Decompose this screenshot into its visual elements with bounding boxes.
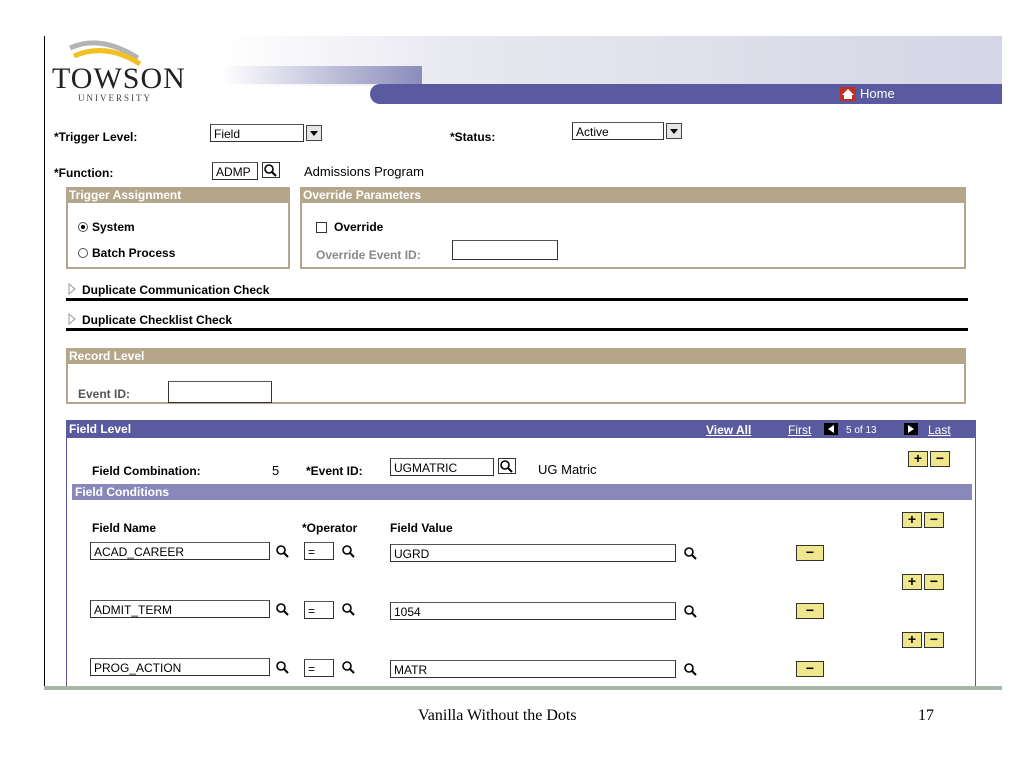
brand-subtitle: UNIVERSITY (78, 93, 152, 103)
field-value-input[interactable]: 1054 (390, 602, 676, 620)
event-id-input[interactable]: UGMATRIC (390, 458, 494, 476)
operator-input[interactable]: = (304, 542, 334, 560)
function-lookup-icon[interactable] (262, 162, 280, 178)
divider (66, 298, 968, 301)
header-swoosh (222, 66, 422, 84)
status-select[interactable]: Active (572, 122, 664, 140)
expand-arrow-icon[interactable] (68, 313, 76, 325)
col-field-value: Field Value (390, 521, 453, 535)
record-event-id-input[interactable] (168, 381, 272, 403)
field-combination-label: Field Combination: (92, 464, 201, 478)
add-combination-button[interactable]: + (908, 451, 928, 467)
record-level-header: Record Level (66, 348, 966, 364)
remove-condition-button[interactable]: − (924, 512, 944, 528)
add-row-button[interactable]: + (902, 574, 922, 590)
col-operator: *Operator (302, 521, 358, 535)
override-event-id-input[interactable] (452, 240, 558, 260)
field-value-lookup-icon[interactable] (682, 603, 700, 619)
view-all-link[interactable]: View All (706, 423, 751, 437)
remove-combination-button[interactable]: − (930, 451, 950, 467)
field-name-input[interactable]: PROG_ACTION (90, 658, 270, 676)
add-row-button[interactable]: + (902, 632, 922, 648)
header-bar (370, 84, 1002, 104)
function-input[interactable]: ADMP (212, 162, 258, 180)
trigger-assignment-header: Trigger Assignment (66, 187, 290, 203)
home-icon (840, 87, 856, 101)
trigger-level-label: *Trigger Level: (54, 130, 138, 144)
operator-input[interactable]: = (304, 659, 334, 677)
field-value-lookup-icon[interactable] (682, 661, 700, 677)
field-name-input[interactable]: ACAD_CAREER (90, 542, 270, 560)
field-name-input[interactable]: ADMIT_TERM (90, 600, 270, 618)
event-id-lookup-icon[interactable] (498, 458, 516, 474)
field-value-input[interactable]: MATR (390, 660, 676, 678)
duplicate-communication-check[interactable]: Duplicate Communication Check (82, 283, 269, 297)
remove-row-button[interactable]: − (796, 603, 824, 619)
field-name-lookup-icon[interactable] (274, 543, 292, 559)
brand-name: TOWSON (52, 62, 186, 95)
trigger-level-select[interactable]: Field (210, 124, 304, 142)
footer-title: Vanilla Without the Dots (418, 707, 577, 724)
field-level-header (66, 420, 976, 438)
record-event-id-label: Event ID: (78, 387, 131, 401)
last-link[interactable]: Last (928, 423, 951, 437)
remove-row-button[interactable]: − (924, 574, 944, 590)
home-label: Home (860, 86, 895, 101)
field-value-lookup-icon[interactable] (682, 545, 700, 561)
horizontal-scrollbar[interactable] (44, 686, 1002, 690)
prev-arrow-icon[interactable] (824, 423, 838, 435)
function-description: Admissions Program (304, 164, 424, 179)
operator-input[interactable]: = (304, 601, 334, 619)
function-label: *Function: (54, 166, 114, 180)
remove-row-button[interactable]: − (796, 545, 824, 561)
field-value-input[interactable]: UGRD (390, 544, 676, 562)
status-dropdown-button[interactable] (666, 123, 682, 139)
field-combination-value: 5 (272, 463, 280, 478)
page-number: 17 (918, 707, 934, 724)
radio-batch-process-label: Batch Process (92, 246, 176, 260)
radio-batch-process[interactable] (78, 248, 88, 258)
override-label: Override (334, 220, 384, 234)
operator-lookup-icon[interactable] (340, 543, 358, 559)
divider (66, 328, 968, 331)
remove-row-button[interactable]: − (924, 632, 944, 648)
operator-lookup-icon[interactable] (340, 659, 358, 675)
field-conditions-header (72, 484, 972, 500)
field-conditions-title: Field Conditions (75, 485, 169, 499)
trigger-level-dropdown-button[interactable] (306, 125, 322, 141)
radio-system-label: System (92, 220, 135, 234)
field-level-box (66, 438, 976, 688)
operator-lookup-icon[interactable] (340, 601, 358, 617)
left-border (44, 36, 45, 688)
status-label: *Status: (450, 130, 496, 144)
col-field-name: Field Name (92, 521, 157, 535)
field-level-title: Field Level (69, 422, 132, 436)
radio-system[interactable] (78, 222, 88, 232)
first-link[interactable]: First (788, 423, 811, 437)
expand-arrow-icon[interactable] (68, 283, 76, 295)
remove-row-button[interactable]: − (796, 661, 824, 677)
next-arrow-icon[interactable] (904, 423, 918, 435)
field-name-lookup-icon[interactable] (274, 601, 292, 617)
override-event-id-label: Override Event ID: (316, 248, 421, 262)
add-condition-button[interactable]: + (902, 512, 922, 528)
field-name-lookup-icon[interactable] (274, 659, 292, 675)
record-range: 5 of 13 (846, 425, 877, 436)
duplicate-checklist-check[interactable]: Duplicate Checklist Check (82, 313, 232, 327)
event-id-label: *Event ID: (306, 464, 363, 478)
event-id-description: UG Matric (538, 462, 597, 477)
override-parameters-header: Override Parameters (300, 187, 966, 203)
override-checkbox[interactable] (316, 222, 327, 233)
